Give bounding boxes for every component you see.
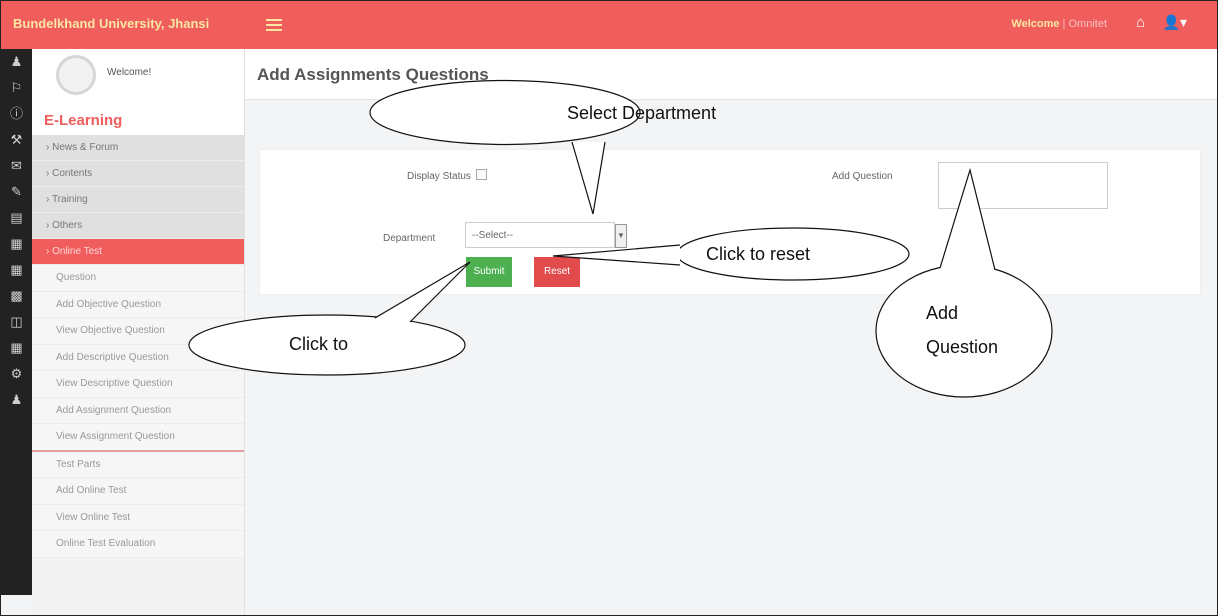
sidebar-item-training[interactable]: › Training [32,187,244,213]
sub-item-question[interactable]: Question [32,265,244,292]
callout-add-question-line2: Question [926,337,999,357]
sub-item-test-parts[interactable]: Test Parts [32,451,244,478]
sidebar-section-title: E-Learning [32,107,244,135]
sub-item-online-test-evaluation[interactable]: Online Test Evaluation [32,531,244,558]
chart-icon[interactable]: ▩ [1,283,32,309]
app-frame: Bundelkhand University, Jhansi Welcome |… [0,0,1218,616]
money-icon-2[interactable]: ▦ [1,257,32,283]
sidebar-item-label: Contents [52,168,93,179]
top-bar: Bundelkhand University, Jhansi Welcome |… [1,1,1217,49]
sidebar-item-others[interactable]: › Others [32,213,244,239]
home-icon[interactable]: ⌂ [1136,14,1145,31]
user-icon[interactable]: ♟ [1,49,32,75]
sidebar-item-contents[interactable]: › Contents [32,161,244,187]
wrench-icon[interactable]: ⚒ [1,127,32,153]
callout-reset-text: Click to reset [706,244,811,264]
edit-icon[interactable]: ✎ [1,179,32,205]
sub-item-view-online-test[interactable]: View Online Test [32,504,244,531]
sidebar-item-news-forum[interactable]: › News & Forum [32,135,244,161]
department-select-value: --Select-- [472,230,514,241]
profile-box: Welcome! [32,49,244,107]
hamburger-menu-icon[interactable] [266,19,282,31]
callout-add-question-line1: Add [926,303,959,323]
user-icon-2[interactable]: ♟ [1,387,32,413]
sidebar-item-label: Training [51,194,88,205]
info-icon[interactable]: ⓘ [1,101,32,127]
flag-icon[interactable]: ⚐ [1,75,32,101]
page-title: Add Assignments Questions [257,65,489,84]
sub-item-add-assignment-question[interactable]: Add Assignment Question [32,397,244,424]
submit-button[interactable]: Submit [466,257,512,287]
display-status-label: Display Status [407,171,471,182]
department-label: Department [383,233,436,244]
sub-item-add-descriptive-question[interactable]: Add Descriptive Question [32,344,244,371]
sidebar-welcome: Welcome! [107,67,152,78]
document-icon[interactable]: ▤ [1,205,32,231]
sub-item-add-online-test[interactable]: Add Online Test [32,478,244,505]
department-select[interactable]: --Select-- ▼ [465,222,627,248]
user-icon[interactable]: 👤▾ [1163,14,1187,31]
add-question-label: Add Question [832,171,893,182]
welcome-label: Welcome [1011,18,1060,30]
money-icon-3[interactable]: ▦ [1,335,32,361]
settings-icon[interactable]: ⚙ [1,361,32,387]
chevron-down-icon[interactable]: ▼ [615,224,627,248]
callout-select-department-text: Select Department [567,103,717,123]
callout-click-text: Click to [289,334,349,354]
sub-item-view-descriptive-question[interactable]: View Descriptive Question [32,371,244,398]
add-question-textarea[interactable] [938,162,1108,209]
icon-rail: ♟ ⚐ ⓘ ⚒ ✉ ✎ ▤ ▦ ▦ ▩ ◫ ▦ ⚙ ♟ [1,49,32,595]
sidebar: Welcome! E-Learning › News & Forum › Con… [32,49,245,615]
sidebar-item-label: Others [52,220,83,231]
sub-item-view-assignment-question[interactable]: View Assignment Question [32,424,244,452]
sidebar-item-online-test[interactable]: › Online Test [32,239,244,265]
sidebar-item-label: Online Test [52,246,102,257]
welcome-user: Omnitet [1068,18,1107,30]
welcome-text: Welcome | Omnitet [1011,18,1107,30]
form-card: Display Status Department --Select-- ▼ A… [259,149,1201,295]
display-status-checkbox[interactable] [476,169,487,180]
main-content: Add Assignments Questions Display Status… [245,49,1217,615]
avatar [56,55,96,95]
money-icon[interactable]: ▦ [1,231,32,257]
cart-icon[interactable]: ◫ [1,309,32,335]
sidebar-item-label: News & Forum [52,142,119,153]
title-bar: Add Assignments Questions [245,49,1217,100]
brand-title[interactable]: Bundelkhand University, Jhansi [13,16,209,31]
sub-item-view-objective-question[interactable]: View Objective Question [32,318,244,345]
sub-item-add-objective-question[interactable]: Add Objective Question [32,291,244,318]
reset-button[interactable]: Reset [534,257,580,287]
comments-icon[interactable]: ✉ [1,153,32,179]
